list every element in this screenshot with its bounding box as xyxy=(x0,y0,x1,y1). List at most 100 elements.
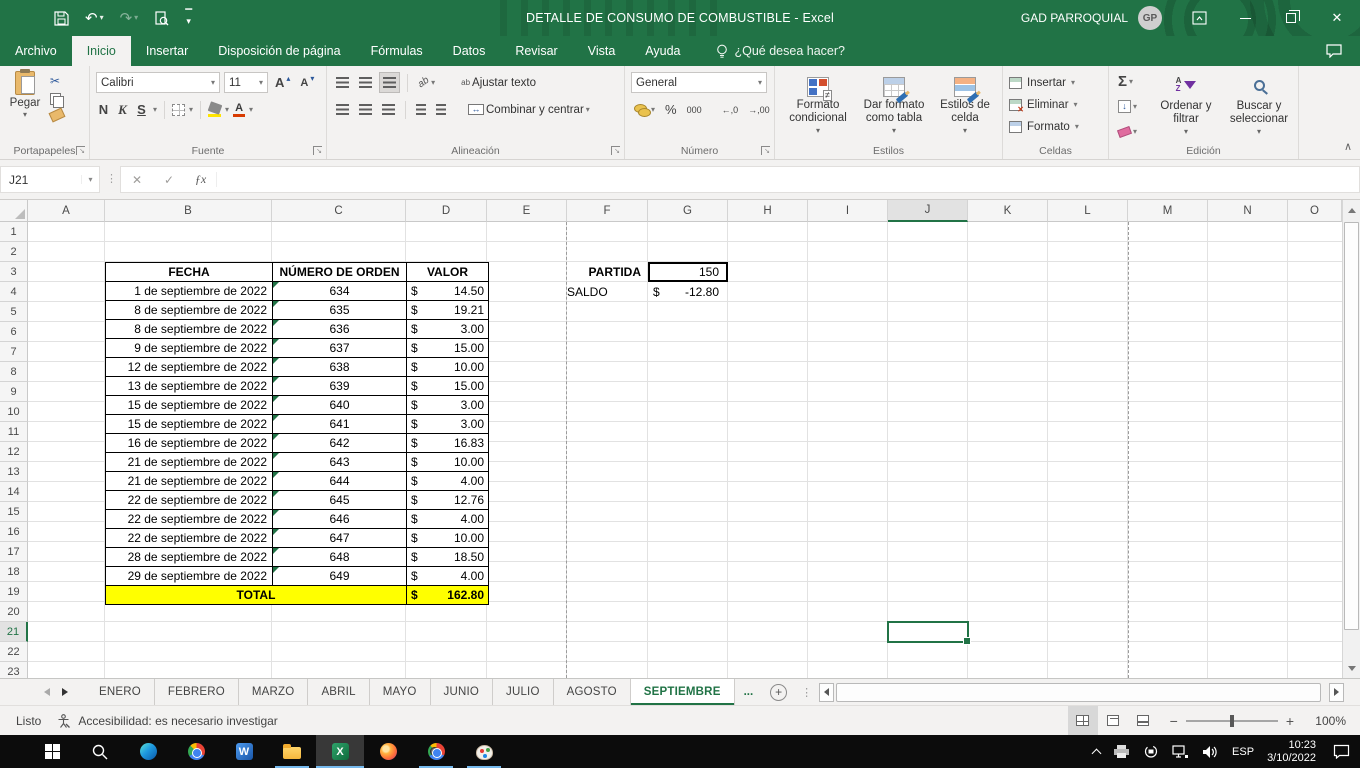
taskbar-file-explorer[interactable] xyxy=(268,735,316,768)
screen-record-icon[interactable] xyxy=(1143,744,1159,759)
taskbar-clock[interactable]: 10:23 3/10/2022 xyxy=(1267,739,1316,765)
cell-orden[interactable]: 649 xyxy=(273,567,407,586)
row-header-3[interactable]: 3 xyxy=(0,262,28,282)
cell-orden[interactable]: 635 xyxy=(273,301,407,320)
column-header-K[interactable]: K xyxy=(968,200,1048,222)
network-icon[interactable] xyxy=(1172,745,1189,759)
font-name-combo[interactable]: Calibri▾ xyxy=(96,72,220,93)
cell-valor[interactable]: $14.50 xyxy=(407,282,489,301)
zoom-slider-thumb[interactable] xyxy=(1230,715,1234,727)
format-painter-icon[interactable] xyxy=(49,108,66,123)
cell-valor[interactable]: $12.76 xyxy=(407,491,489,510)
column-header-F[interactable]: F xyxy=(567,200,648,222)
previous-sheet-arrow[interactable] xyxy=(44,688,50,696)
column-header-A[interactable]: A xyxy=(28,200,105,222)
cell-fecha[interactable]: 21 de septiembre de 2022 xyxy=(106,453,273,472)
cell-styles-button[interactable]: Estilos de celda ▾ xyxy=(933,71,997,142)
row-header-20[interactable]: 20 xyxy=(0,602,28,622)
header-fecha[interactable]: FECHA xyxy=(106,263,273,282)
cell-orden[interactable]: 645 xyxy=(273,491,407,510)
total-value-cell[interactable]: $ 162.80 xyxy=(407,586,489,605)
scroll-right-button[interactable] xyxy=(1329,683,1344,702)
collapse-ribbon-chevron[interactable]: ∧ xyxy=(1344,140,1352,153)
column-header-N[interactable]: N xyxy=(1208,200,1288,222)
restore-button[interactable] xyxy=(1268,0,1314,36)
accounting-format-button[interactable]: ▾ xyxy=(631,99,658,120)
row-header-1[interactable]: 1 xyxy=(0,222,28,242)
printer-icon[interactable] xyxy=(1113,744,1130,759)
column-header-O[interactable]: O xyxy=(1288,200,1342,222)
taskbar-paint[interactable] xyxy=(460,735,508,768)
cell-fecha[interactable]: 8 de septiembre de 2022 xyxy=(106,320,273,339)
view-page-break-button[interactable] xyxy=(1128,706,1158,735)
cell-orden[interactable]: 642 xyxy=(273,434,407,453)
column-header-E[interactable]: E xyxy=(487,200,567,222)
name-box-caret[interactable]: ▾ xyxy=(81,175,99,184)
tab-formulas[interactable]: Fórmulas xyxy=(356,36,438,66)
cell-fecha[interactable]: 21 de septiembre de 2022 xyxy=(106,472,273,491)
tab-revisar[interactable]: Revisar xyxy=(500,36,572,66)
cell-orden[interactable]: 641 xyxy=(273,415,407,434)
wrap-text-button[interactable]: ab Ajustar texto xyxy=(458,72,539,93)
language-indicator[interactable]: ESP xyxy=(1232,746,1254,758)
saldo-label-cell[interactable]: SALDO xyxy=(567,285,648,299)
sheet-tab-enero[interactable]: ENERO xyxy=(86,679,155,705)
horizontal-scrollbar[interactable] xyxy=(819,682,1344,702)
row-header-8[interactable]: 8 xyxy=(0,362,28,382)
cell-valor[interactable]: $10.00 xyxy=(407,529,489,548)
cell-fecha[interactable]: 16 de septiembre de 2022 xyxy=(106,434,273,453)
tab-vista[interactable]: Vista xyxy=(573,36,631,66)
number-dialog-launcher[interactable]: ↘ xyxy=(761,146,770,155)
avatar[interactable]: GP xyxy=(1138,6,1162,30)
fill-button[interactable]: ↓▾ xyxy=(1115,97,1148,116)
align-middle-button[interactable] xyxy=(356,72,375,93)
scroll-up-button[interactable] xyxy=(1343,200,1360,220)
new-sheet-button[interactable]: + xyxy=(770,679,787,705)
row-header-10[interactable]: 10 xyxy=(0,402,28,422)
align-right-button[interactable] xyxy=(379,99,398,120)
taskbar-search-button[interactable] xyxy=(76,735,124,768)
row-header-2[interactable]: 2 xyxy=(0,242,28,262)
cell-valor[interactable]: $15.00 xyxy=(407,377,489,396)
cell-valor[interactable]: $10.00 xyxy=(407,453,489,472)
align-top-button[interactable] xyxy=(333,72,352,93)
cell-valor[interactable]: $3.00 xyxy=(407,320,489,339)
selected-cell-J21[interactable] xyxy=(887,621,969,643)
insert-function-icon[interactable]: ƒx xyxy=(185,172,217,187)
percent-style-button[interactable]: % xyxy=(662,99,680,120)
conditional-formatting-button[interactable]: Formato condicional ▾ xyxy=(781,71,855,142)
cell-valor[interactable]: $16.83 xyxy=(407,434,489,453)
tell-me-search[interactable]: ¿Qué desea hacer? xyxy=(716,36,846,66)
column-header-J[interactable]: J xyxy=(888,200,968,222)
clipboard-dialog-launcher[interactable]: ↘ xyxy=(76,146,85,155)
cut-icon[interactable]: ✂ xyxy=(50,74,64,88)
grow-font-button[interactable]: A▴ xyxy=(272,72,293,93)
notification-center-icon[interactable] xyxy=(1333,744,1350,759)
close-button[interactable]: ✕ xyxy=(1314,0,1360,36)
shrink-font-button[interactable]: A▾ xyxy=(297,72,317,93)
ribbon-display-options-button[interactable] xyxy=(1176,0,1222,36)
tab-splitter[interactable]: ⋮ xyxy=(795,679,819,705)
cell-orden[interactable]: 634 xyxy=(273,282,407,301)
accessibility-status[interactable]: Accesibilidad: es necesario investigar xyxy=(78,714,277,728)
status-mode[interactable]: Listo xyxy=(16,714,41,728)
header-valor[interactable]: VALOR xyxy=(407,263,489,282)
merge-center-button[interactable]: ↔ Combinar y centrar ▾ xyxy=(465,99,593,120)
row-header-16[interactable]: 16 xyxy=(0,522,28,542)
redo-button[interactable]: ↷▾ xyxy=(120,9,139,27)
taskbar-firefox[interactable] xyxy=(364,735,412,768)
total-label-cell[interactable]: TOTAL xyxy=(106,586,407,605)
format-as-table-button[interactable]: Dar formato como tabla ▾ xyxy=(857,71,931,142)
tab-insertar[interactable]: Insertar xyxy=(131,36,203,66)
cell-valor[interactable]: $3.00 xyxy=(407,396,489,415)
view-normal-button[interactable] xyxy=(1068,706,1098,735)
align-left-button[interactable] xyxy=(333,99,352,120)
italic-button[interactable]: K xyxy=(115,102,130,118)
cell-orden[interactable]: 640 xyxy=(273,396,407,415)
row-header-5[interactable]: 5 xyxy=(0,302,28,322)
cell-fecha[interactable]: 9 de septiembre de 2022 xyxy=(106,339,273,358)
tab-ayuda[interactable]: Ayuda xyxy=(630,36,695,66)
sheet-tab-marzo[interactable]: MARZO xyxy=(239,679,309,705)
customize-qat-button[interactable]: ▔▾ xyxy=(185,11,192,25)
number-format-combo[interactable]: General▾ xyxy=(631,72,767,93)
